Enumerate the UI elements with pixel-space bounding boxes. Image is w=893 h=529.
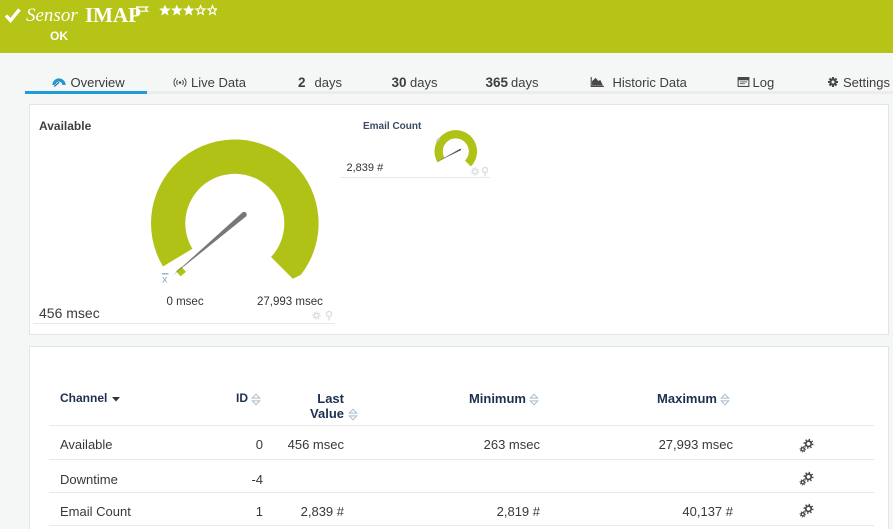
svg-text:x: x <box>162 274 167 285</box>
